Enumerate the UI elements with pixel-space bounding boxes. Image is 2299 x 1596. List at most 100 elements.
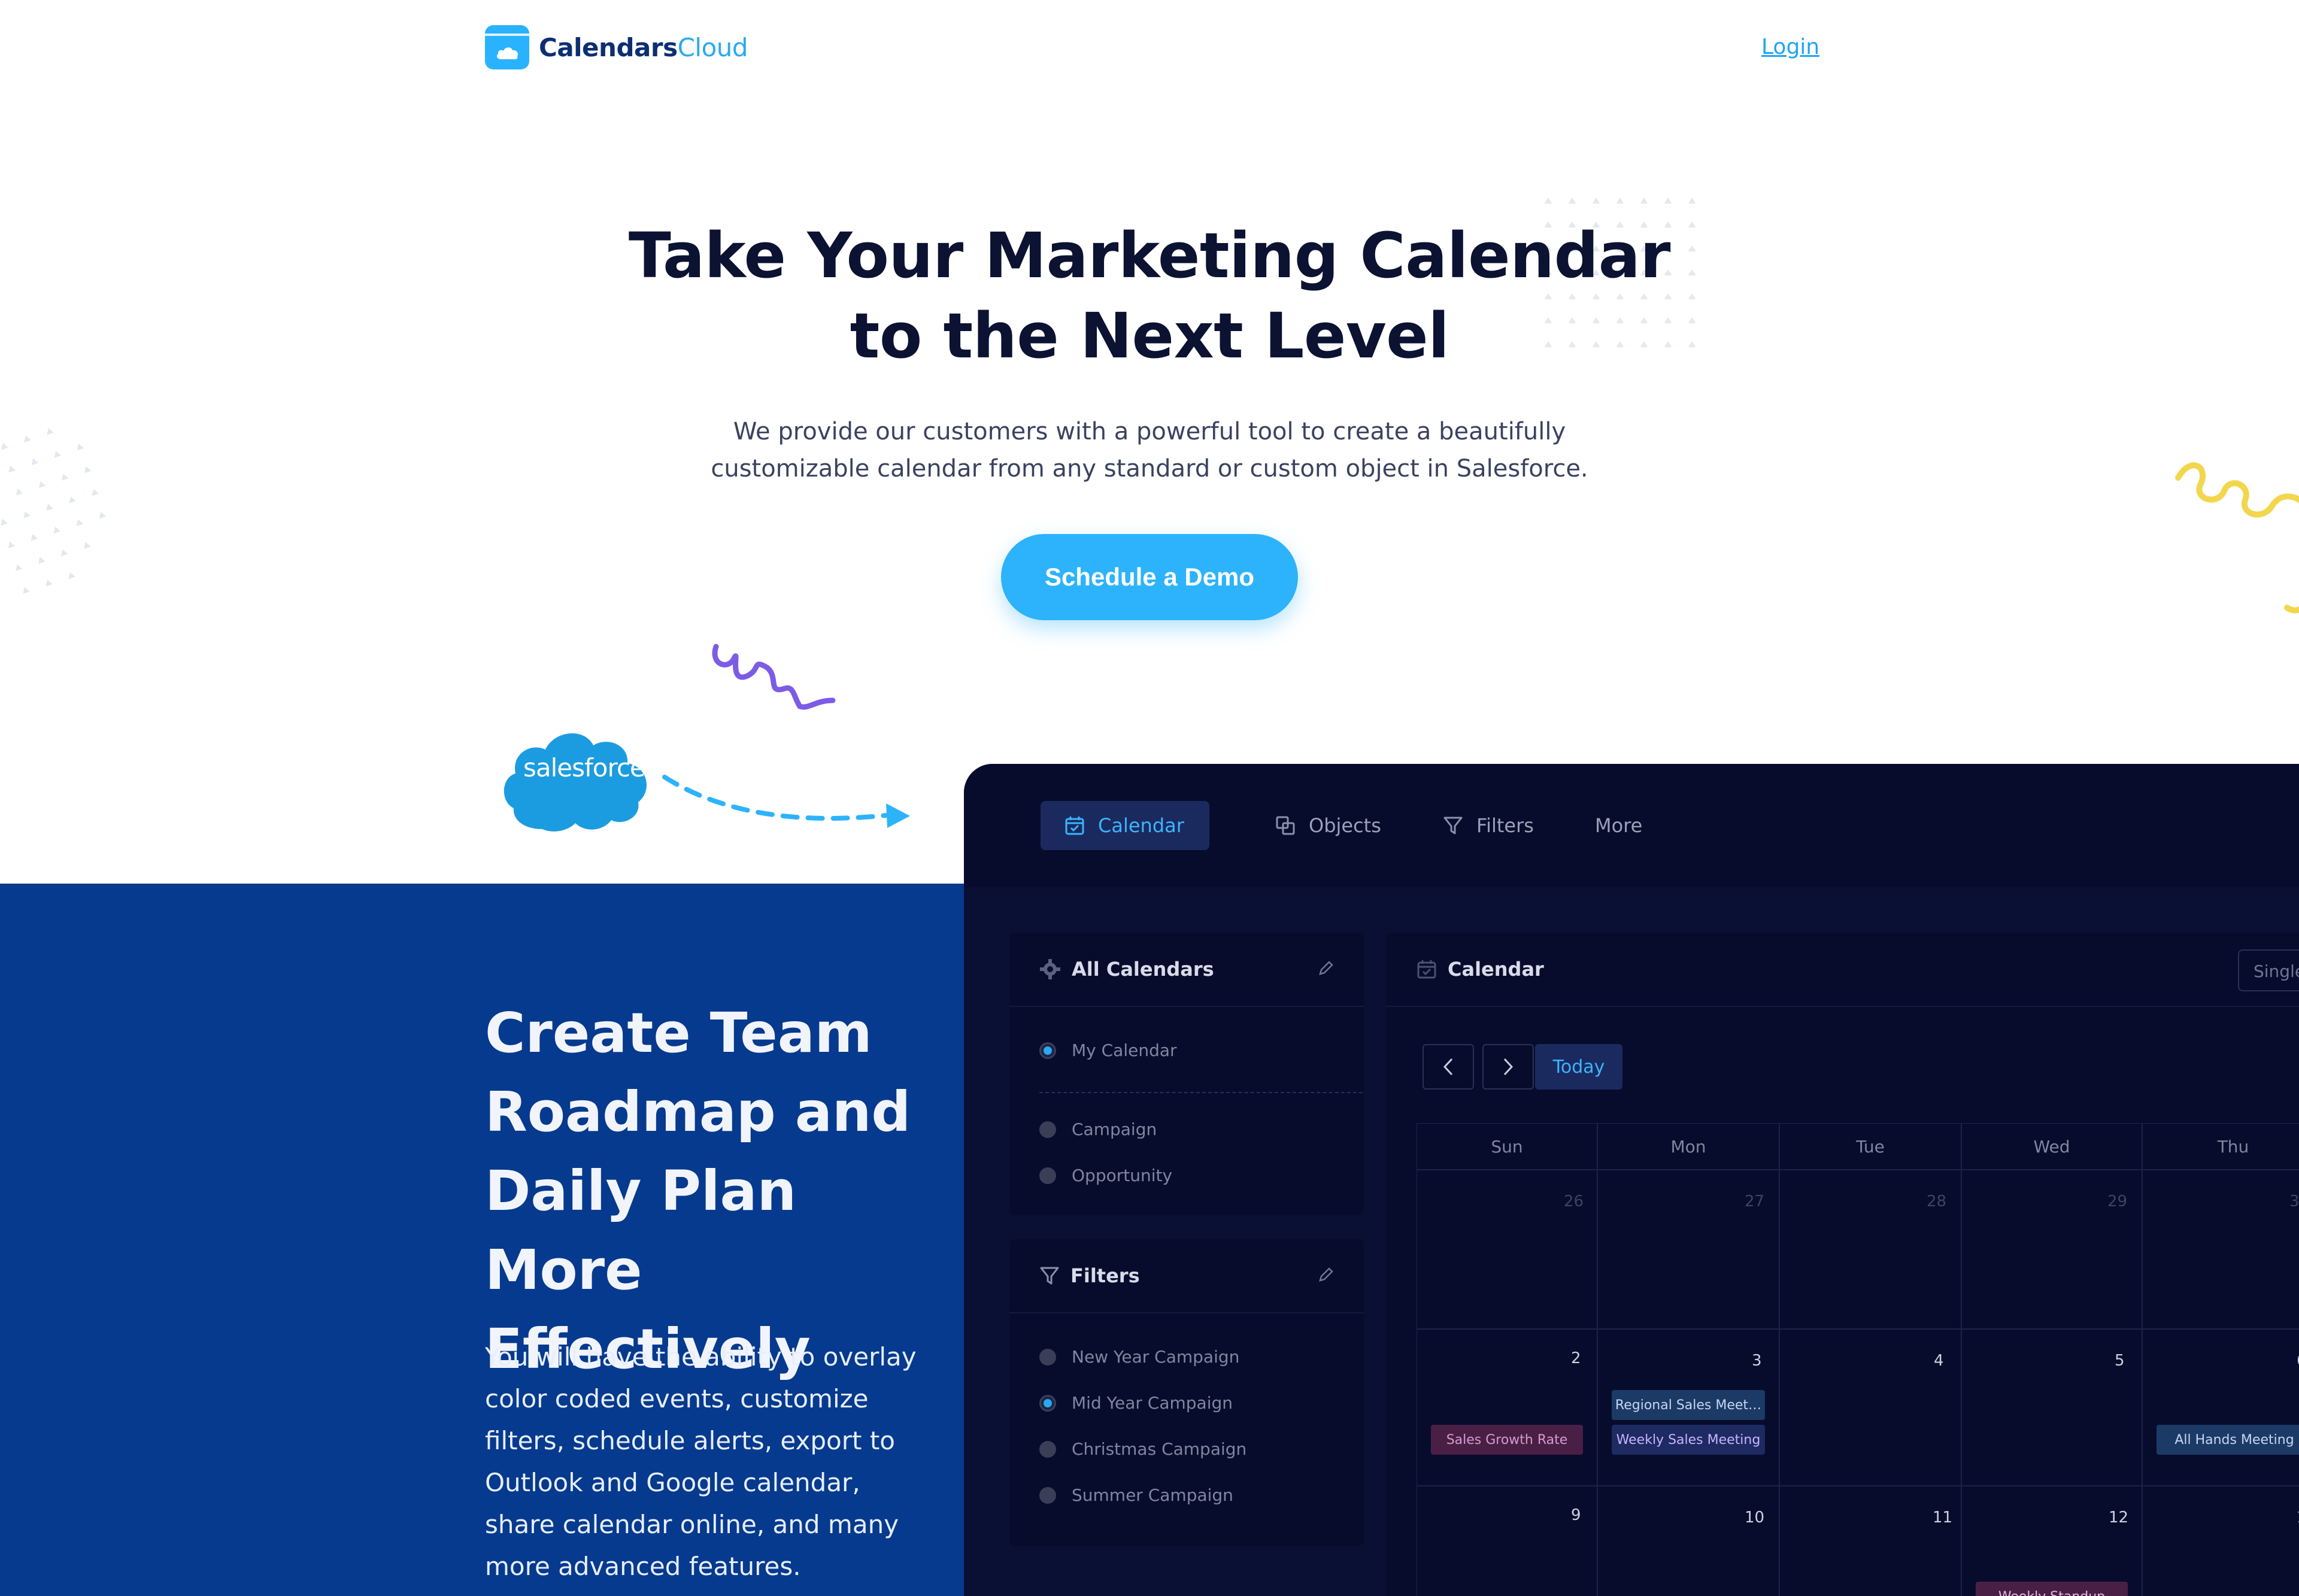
- radio-unselected: [1039, 1121, 1056, 1138]
- yellow-squiggle-decor: [2175, 462, 2299, 614]
- next-button[interactable]: [1482, 1044, 1534, 1090]
- weekday-wed: Wed: [2033, 1136, 2070, 1157]
- app-toolbar: Calendar Objects Filters More: [964, 764, 2299, 887]
- event-weekly-sales-meeting[interactable]: Weekly Sales Meeting: [1612, 1425, 1765, 1455]
- filter-label: New Year Campaign: [1072, 1347, 1240, 1367]
- feature-text-line: Outlook and Google calendar,: [485, 1468, 860, 1497]
- calendar-icon: [1065, 817, 1084, 835]
- day-cell-number[interactable]: 5: [2115, 1352, 2125, 1370]
- event-regional-sales-meeting[interactable]: Regional Sales Meet…: [1612, 1390, 1765, 1420]
- filters-title: Filters: [1070, 1264, 1140, 1287]
- hero-title-line1: Take Your Marketing Calendar: [628, 219, 1671, 292]
- day-cell-number[interactable]: 11: [1933, 1509, 1952, 1527]
- filter-icon: [1443, 817, 1463, 835]
- today-button[interactable]: Today: [1535, 1044, 1622, 1090]
- app-mockup: Calendar Objects Filters More All Calend…: [964, 764, 2299, 1596]
- hero-subtitle: We provide our customers with a powerful…: [659, 413, 1640, 487]
- objects-icon: [1276, 816, 1295, 835]
- hero-subtitle-line1: We provide our customers with a powerful…: [733, 418, 1566, 445]
- filter-label: Summer Campaign: [1072, 1485, 1233, 1505]
- calendar-option-opportunity[interactable]: Opportunity: [1039, 1166, 1172, 1185]
- calendar-panel: Calendar Single Today: [1387, 933, 2299, 1596]
- tab-more[interactable]: More: [1595, 801, 1642, 850]
- opportunity-label: Opportunity: [1072, 1166, 1173, 1185]
- brand-name-part1: Calendars: [539, 32, 678, 62]
- day-cell-number[interactable]: 2: [1571, 1349, 1581, 1367]
- feature-title-line: Create Team: [485, 1001, 872, 1065]
- radio-unselected: [1039, 1486, 1056, 1504]
- view-select[interactable]: Single: [2238, 949, 2299, 991]
- filters-header: Filters: [1009, 1239, 1364, 1313]
- triangle-pattern-left-decor: [0, 428, 107, 594]
- calendar-option-campaign[interactable]: Campaign: [1039, 1119, 1157, 1139]
- filter-option-mid-year[interactable]: Mid Year Campaign: [1039, 1393, 1233, 1413]
- calendar-cloud-icon: [485, 25, 529, 69]
- calendar-title: Calendar: [1448, 958, 1544, 981]
- radio-unselected: [1039, 1348, 1056, 1366]
- hero-subtitle-line2: customizable calendar from any standard …: [711, 455, 1588, 483]
- filter-icon: [1040, 1267, 1059, 1285]
- prev-button[interactable]: [1423, 1044, 1474, 1090]
- filter-option-new-year[interactable]: New Year Campaign: [1039, 1347, 1239, 1367]
- radio-unselected: [1039, 1440, 1056, 1458]
- day-cell-number[interactable]: 10: [1745, 1509, 1764, 1527]
- login-link[interactable]: Login: [1761, 35, 1819, 59]
- chevron-right-icon: [1503, 1058, 1514, 1076]
- weekday-sun: Sun: [1491, 1136, 1523, 1157]
- tab-more-label: More: [1595, 814, 1643, 837]
- event-sales-growth-rate[interactable]: Sales Growth Rate: [1431, 1425, 1583, 1455]
- salesforce-wordmark: salesforce: [523, 753, 645, 782]
- filters-panel: Filters New Year Campaign Mid Year Campa…: [1009, 1239, 1364, 1546]
- day-cell-number[interactable]: 6: [2297, 1352, 2299, 1370]
- filter-option-christmas[interactable]: Christmas Campaign: [1039, 1439, 1246, 1459]
- divider: [1039, 1092, 1363, 1093]
- chevron-left-icon: [1443, 1058, 1453, 1076]
- dashed-arrow-decor: [662, 775, 910, 828]
- feature-title-line: Roadmap and: [485, 1080, 911, 1144]
- day-cell-number[interactable]: 29: [2107, 1193, 2127, 1210]
- day-cell-number[interactable]: 1: [2297, 1509, 2299, 1527]
- day-cell-number[interactable]: 3: [2289, 1193, 2299, 1210]
- feature-title-line: Daily Plan More: [485, 1159, 797, 1302]
- hero-title: Take Your Marketing Calendar to the Next…: [599, 216, 1700, 376]
- tab-calendar[interactable]: Calendar: [1041, 801, 1209, 850]
- feature-text-line: color coded events, customize: [485, 1384, 869, 1413]
- day-cell-number[interactable]: 26: [1564, 1193, 1584, 1210]
- event-weekly-standup[interactable]: Weekly Standup: [1976, 1582, 2128, 1596]
- brand-name: CalendarsCloud: [539, 33, 748, 62]
- day-cell-number[interactable]: 4: [1934, 1352, 1944, 1370]
- brand-logo[interactable]: CalendarsCloud: [485, 25, 748, 69]
- day-cell-number[interactable]: 12: [2109, 1509, 2128, 1527]
- tab-objects-label: Objects: [1309, 814, 1381, 837]
- day-cell-number[interactable]: 9: [1571, 1506, 1581, 1524]
- edit-pencil-icon[interactable]: [1317, 1266, 1335, 1284]
- feature-title: Create Team Roadmap and Daily Plan More …: [485, 994, 952, 1389]
- calendar-icon: [1417, 960, 1436, 979]
- radio-selected: [1039, 1042, 1056, 1059]
- all-calendars-title: All Calendars: [1072, 958, 1214, 981]
- weekday-thu: Thu: [2217, 1136, 2249, 1157]
- calendar-header: Calendar: [1387, 933, 2299, 1007]
- tab-objects[interactable]: Objects: [1275, 801, 1381, 850]
- tab-filters[interactable]: Filters: [1443, 801, 1534, 850]
- day-cell-number[interactable]: 27: [1745, 1193, 1764, 1210]
- filter-option-summer[interactable]: Summer Campaign: [1039, 1485, 1233, 1505]
- feature-text-line: share calendar online, and many: [485, 1510, 899, 1539]
- filter-label: Mid Year Campaign: [1072, 1393, 1233, 1413]
- gear-icon: [1040, 959, 1060, 979]
- feature-text-line: filters, schedule alerts, export to: [485, 1426, 895, 1455]
- weekday-tue: Tue: [1856, 1136, 1885, 1157]
- event-all-hands-meeting[interactable]: All Hands Meeting: [2157, 1425, 2299, 1455]
- weekday-mon: Mon: [1670, 1136, 1706, 1157]
- filter-label: Christmas Campaign: [1072, 1439, 1247, 1459]
- all-calendars-panel: All Calendars My Calendar Campaign Oppor…: [1009, 933, 1364, 1215]
- tab-calendar-label: Calendar: [1098, 814, 1184, 837]
- feature-text-line: more advanced features.: [485, 1552, 801, 1581]
- edit-pencil-icon[interactable]: [1317, 959, 1335, 977]
- feature-description: You will have the ability to overlay col…: [485, 1336, 922, 1588]
- calendar-option-my-calendar[interactable]: My Calendar: [1039, 1040, 1177, 1060]
- day-cell-number[interactable]: 3: [1752, 1352, 1762, 1370]
- schedule-demo-button[interactable]: Schedule a Demo: [1001, 534, 1298, 620]
- feature-text-line: You will have the ability to overlay: [485, 1342, 917, 1372]
- day-cell-number[interactable]: 28: [1927, 1193, 1946, 1210]
